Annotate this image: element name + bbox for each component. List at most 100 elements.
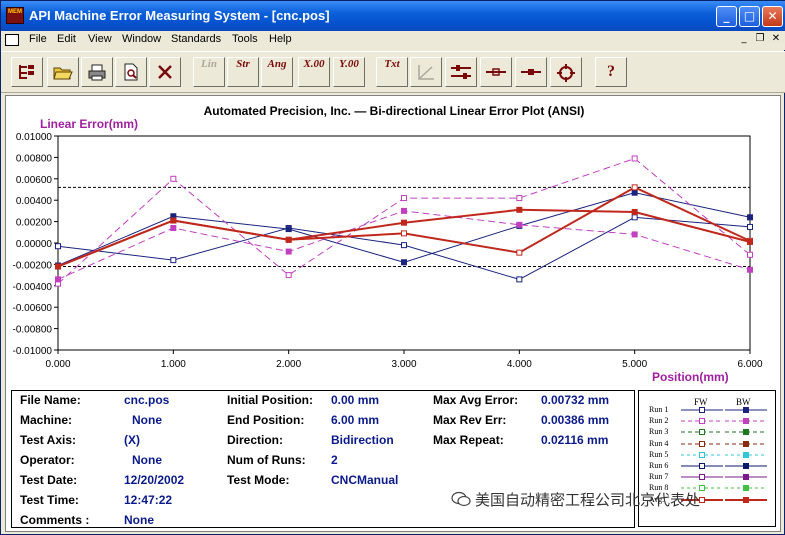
initial-position-value: 0.00 mm bbox=[331, 393, 380, 407]
data-point bbox=[401, 230, 407, 237]
watermark-text: 美国自动精密工程公司北京代表处 bbox=[475, 491, 701, 509]
maximize-button[interactable]: □ bbox=[739, 6, 760, 27]
y-tick-label: 0.00600 bbox=[16, 175, 53, 186]
test-axis-value: (X) bbox=[124, 433, 140, 447]
legend-marker bbox=[743, 440, 749, 447]
max-repeat-value: 0.02116 mm bbox=[541, 433, 609, 447]
direction-value: Bidirection bbox=[331, 433, 394, 447]
x-tick-label: 0.000 bbox=[45, 359, 70, 370]
axis-icon bbox=[418, 65, 434, 80]
menu-edit[interactable]: Edit bbox=[57, 33, 76, 45]
machine-label: Machine: bbox=[20, 413, 73, 427]
legend-marker bbox=[743, 485, 749, 492]
legend-row-label: Run 5 bbox=[649, 449, 669, 459]
operator-label: Operator: bbox=[20, 453, 75, 467]
data-point bbox=[631, 155, 638, 162]
legend-swatch bbox=[681, 418, 767, 425]
max-repeat-label: Max Repeat: bbox=[433, 433, 504, 447]
data-point bbox=[516, 249, 523, 256]
data-point bbox=[747, 266, 753, 273]
app-icon-text: MEM bbox=[8, 9, 22, 15]
legend-row-label: Run 1 bbox=[649, 405, 669, 414]
menu-tools[interactable]: Tools bbox=[232, 33, 258, 45]
line-button[interactable] bbox=[480, 57, 512, 87]
operator-value: None bbox=[132, 453, 162, 467]
data-point bbox=[170, 257, 177, 264]
sliders-button[interactable] bbox=[445, 57, 477, 87]
data-point bbox=[170, 175, 177, 182]
text-button[interactable]: Txt bbox=[376, 57, 408, 87]
data-point bbox=[747, 238, 753, 245]
data-point bbox=[55, 263, 61, 270]
legend-row-label: Run 6 bbox=[649, 461, 669, 470]
open-button[interactable] bbox=[47, 57, 79, 87]
legend-marker bbox=[699, 485, 705, 492]
print-button[interactable] bbox=[81, 57, 113, 87]
data-point bbox=[55, 243, 61, 250]
linear-button[interactable]: Lin bbox=[193, 57, 225, 87]
end-position-label: End Position: bbox=[227, 413, 305, 427]
max-avg-error-value: 0.00732 mm bbox=[541, 393, 610, 407]
target-button[interactable] bbox=[550, 57, 582, 87]
print-preview-button[interactable] bbox=[115, 57, 147, 87]
direction-label: Direction: bbox=[227, 433, 284, 447]
legend-swatch bbox=[681, 451, 767, 458]
legend-marker bbox=[743, 418, 749, 425]
delete-button[interactable] bbox=[149, 57, 181, 87]
legend-swatch bbox=[681, 440, 767, 447]
open-folder-icon bbox=[53, 67, 73, 80]
legend-marker bbox=[699, 440, 705, 447]
legend-marker bbox=[743, 407, 749, 413]
menu-file[interactable]: File bbox=[29, 33, 47, 45]
data-point bbox=[516, 195, 523, 202]
legend-swatch bbox=[681, 429, 767, 436]
file-name-label: File Name: bbox=[20, 393, 81, 407]
app-icon[interactable]: MEM bbox=[6, 7, 24, 24]
legend-row-label: Run 3 bbox=[649, 427, 669, 437]
menu-help[interactable]: Help bbox=[269, 33, 292, 45]
axis-button[interactable] bbox=[410, 57, 442, 87]
data-point bbox=[55, 276, 61, 283]
legend-marker bbox=[699, 474, 705, 481]
mdi-close-icon[interactable]: ✕ bbox=[768, 33, 784, 47]
legend-marker bbox=[743, 463, 749, 469]
menu-window[interactable]: Window bbox=[122, 33, 161, 45]
mdi-restore-icon[interactable]: ❐ bbox=[752, 33, 768, 47]
data-point bbox=[631, 214, 638, 221]
menu-view[interactable]: View bbox=[88, 33, 112, 45]
y-tick-label: -0.01000 bbox=[13, 346, 53, 357]
line-marker-icon bbox=[486, 68, 506, 76]
x-icon bbox=[158, 65, 172, 79]
max-rev-err-value: 0.00386 mm bbox=[541, 413, 610, 427]
sliders-icon bbox=[451, 65, 471, 79]
help-button[interactable]: ? bbox=[595, 57, 627, 87]
data-point bbox=[516, 221, 523, 228]
error-plot: 0.01000 0.00800 0.00600 0.00400 0.00200 0.000… bbox=[13, 132, 763, 370]
legend-marker bbox=[743, 429, 749, 436]
title-bar[interactable]: MEM API Machine Error Measuring System -… bbox=[1, 1, 785, 31]
x-tick-label: 4.000 bbox=[507, 359, 532, 370]
line-filled-button[interactable] bbox=[515, 57, 547, 87]
menu-standards[interactable]: Standards bbox=[171, 33, 221, 45]
angular-button[interactable]: Ang bbox=[261, 57, 293, 87]
minimize-button[interactable]: _ bbox=[716, 6, 737, 27]
print-preview-icon bbox=[124, 63, 138, 81]
test-time-value: 12:47:22 bbox=[124, 493, 173, 507]
y-tick-label: -0.00400 bbox=[13, 282, 53, 293]
y-tick-label: 0.00800 bbox=[16, 153, 53, 164]
tree-icon-button[interactable] bbox=[11, 57, 43, 87]
mdi-minimize-icon[interactable]: _ bbox=[736, 33, 752, 47]
initial-position-label: Initial Position: bbox=[227, 393, 313, 407]
legend-marker bbox=[699, 407, 705, 413]
y-format-button[interactable]: Y.00 bbox=[333, 57, 365, 87]
close-button[interactable]: ✕ bbox=[762, 6, 783, 27]
document-icon[interactable] bbox=[5, 34, 19, 46]
num-runs-label: Num of Runs: bbox=[227, 453, 306, 467]
y-tick-label: 0.00000 bbox=[16, 239, 53, 250]
straightness-button[interactable]: Str bbox=[227, 57, 259, 87]
menu-bar: File Edit View Window Standards Tools He… bbox=[1, 31, 785, 50]
tree-icon bbox=[19, 65, 34, 79]
comments-value: None bbox=[124, 513, 154, 527]
x-format-button[interactable]: X.00 bbox=[298, 57, 330, 87]
x-tick-label: 3.000 bbox=[391, 359, 416, 370]
